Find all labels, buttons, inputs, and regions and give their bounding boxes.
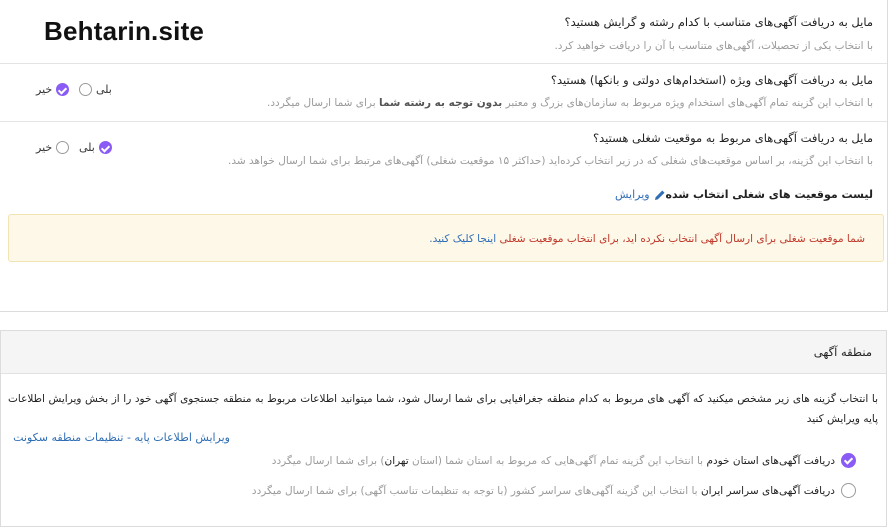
q2-no-radio[interactable]	[56, 83, 70, 96]
region-province-radio[interactable]	[841, 453, 856, 468]
alert-text: شما موقعیت شغلی برای ارسال آگهی انتخاب ن…	[429, 233, 865, 245]
edit-positions-link[interactable]: ویرایش	[615, 188, 666, 201]
alert-click-here-link[interactable]: اینجا کلیک کنید.	[429, 233, 496, 245]
q3-yes-option[interactable]: بلی	[79, 141, 112, 154]
q3-no-radio[interactable]	[56, 141, 70, 154]
q1-title: مایل به دریافت آگهی‌های متناسب با کدام ر…	[564, 15, 873, 29]
q3-title: مایل به دریافت آگهی‌های مربوط به موقعیت …	[592, 131, 873, 145]
divider	[0, 121, 887, 122]
pencil-icon	[654, 190, 665, 200]
q2-desc: با انتخاب این گزینه تمام آگهی‌های استخدا…	[267, 97, 873, 109]
region-option-province[interactable]: دریافت آگهی‌های استان خودم با انتخاب این…	[272, 453, 856, 468]
q2-title: مایل به دریافت آگهی‌های ویژه (استخدام‌ها…	[550, 73, 873, 87]
q2-no-label: خیر	[36, 83, 53, 96]
region-nationwide-text: دریافت آگهی‌های سراسر ایران با انتخاب ای…	[251, 484, 835, 497]
no-positions-alert: شما موقعیت شغلی برای ارسال آگهی انتخاب ن…	[8, 214, 884, 262]
q2-yes-option[interactable]: بلی	[79, 83, 112, 96]
region-nationwide-radio[interactable]	[841, 483, 856, 498]
q3-yes-radio[interactable]	[98, 141, 112, 154]
region-panel-title: منطقه آگهی	[813, 345, 872, 359]
positions-list-title: لیست موقعیت های شغلی انتخاب شده	[665, 188, 873, 201]
region-province-text: دریافت آگهی‌های استان خودم با انتخاب این…	[271, 454, 835, 467]
q3-no-label: خیر	[36, 141, 53, 154]
q1-desc: با انتخاب یکی از تحصیلات، آگهی‌های متناس…	[554, 40, 873, 52]
q2-yes-radio[interactable]	[79, 83, 92, 96]
brand-watermark: Behtarin.site	[44, 16, 205, 46]
region-panel: منطقه آگهی با انتخاب گزینه های زیر مشخص …	[0, 330, 887, 527]
q3-desc: با انتخاب این گزینه، بر اساس موقعیت‌های …	[227, 155, 873, 167]
preferences-panel: Behtarin.site مایل به دریافت آگهی‌های مت…	[0, 0, 888, 312]
edit-label: ویرایش	[615, 188, 650, 201]
region-panel-header: منطقه آگهی	[1, 331, 886, 374]
region-option-nationwide[interactable]: دریافت آگهی‌های سراسر ایران با انتخاب ای…	[252, 483, 856, 498]
q2-yes-label: بلی	[96, 83, 112, 96]
divider	[0, 63, 887, 64]
region-desc: با انتخاب گزینه های زیر مشخص میکنید که آ…	[8, 393, 878, 425]
q3-yes-label: بلی	[79, 141, 95, 154]
basic-info-region-settings-link[interactable]: ویرایش اطلاعات پایه - تنظیمات منطقه سکون…	[13, 431, 230, 444]
q2-no-option[interactable]: خیر	[36, 83, 70, 96]
q3-no-option[interactable]: خیر	[36, 141, 70, 154]
